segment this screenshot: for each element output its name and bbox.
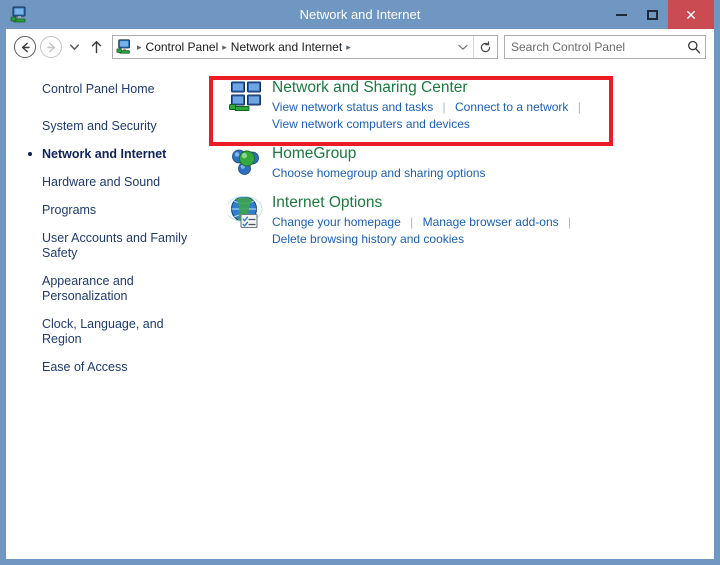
minimize-button[interactable] — [606, 0, 637, 29]
sidebar-item-ease-of-access[interactable]: Ease of Access — [6, 357, 214, 378]
forward-button[interactable] — [40, 36, 62, 58]
category-links-row: Delete browsing history and cookies — [272, 231, 714, 248]
category-internet-options: Internet Options Change your homepage | … — [214, 192, 714, 258]
link-delete-browsing-history-and-cookies[interactable]: Delete browsing history and cookies — [272, 232, 464, 246]
breadcrumb: ▸ Control Panel ▸ Network and Internet ▸ — [136, 40, 453, 54]
sidebar-item-label: Control Panel Home — [42, 82, 155, 96]
link-choose-homegroup-and-sharing-options[interactable]: Choose homegroup and sharing options — [272, 166, 485, 180]
category-list: Network and Sharing Center View network … — [214, 65, 714, 559]
window-controls: ✕ — [606, 0, 714, 29]
refresh-button[interactable] — [473, 36, 497, 58]
search-input[interactable] — [505, 40, 683, 54]
category-links-row: View network status and tasks | Connect … — [272, 99, 714, 116]
search-box[interactable] — [504, 35, 706, 59]
recent-locations-button[interactable] — [66, 36, 83, 58]
category-links-row: Change your homepage | Manage browser ad… — [272, 214, 714, 231]
network-computer-icon — [10, 5, 30, 25]
sidebar-item-label: Appearance and Personalization — [42, 274, 134, 303]
forward-arrow-icon — [46, 42, 55, 52]
sidebar-item-label: Clock, Language, and Region — [42, 317, 164, 346]
sidebar-item-hardware-and-sound[interactable]: Hardware and Sound — [6, 172, 214, 193]
title-bar: Network and Internet ✕ — [6, 0, 714, 29]
sidebar-item-network-and-internet[interactable]: Network and Internet — [6, 144, 214, 165]
breadcrumb-separator: ▸ — [346, 41, 351, 52]
category-body: HomeGroup Choose homegroup and sharing o… — [272, 143, 714, 182]
breadcrumb-item-control-panel[interactable]: Control Panel — [143, 40, 222, 54]
network-computer-icon — [116, 38, 134, 56]
category-links-row: Choose homegroup and sharing options — [272, 165, 714, 182]
close-button[interactable]: ✕ — [668, 0, 714, 29]
sidebar-item-label: User Accounts and Family Safety — [42, 231, 188, 260]
navigation-bar: ▸ Control Panel ▸ Network and Internet ▸ — [6, 29, 714, 65]
category-title[interactable]: HomeGroup — [272, 144, 356, 163]
sidebar: Control Panel Home System and Security N… — [6, 65, 214, 559]
network-monitors-icon[interactable] — [228, 79, 264, 115]
sidebar-item-control-panel-home[interactable]: Control Panel Home — [6, 79, 214, 100]
sidebar-item-appearance-and-personalization[interactable]: Appearance and Personalization — [6, 271, 214, 307]
link-connect-to-a-network[interactable]: Connect to a network — [455, 100, 568, 114]
link-change-your-homepage[interactable]: Change your homepage — [272, 215, 401, 229]
minimize-icon — [616, 13, 627, 16]
category-body: Network and Sharing Center View network … — [272, 77, 714, 133]
category-body: Internet Options Change your homepage | … — [272, 192, 714, 248]
link-separator: | — [442, 100, 446, 114]
globe-checklist-icon[interactable] — [225, 194, 264, 230]
category-homegroup: HomeGroup Choose homegroup and sharing o… — [214, 143, 714, 192]
category-title[interactable]: Network and Sharing Center — [272, 78, 468, 97]
sidebar-item-programs[interactable]: Programs — [6, 200, 214, 221]
sidebar-item-label: Programs — [42, 203, 97, 217]
refresh-icon — [480, 40, 491, 52]
maximize-button[interactable] — [637, 0, 668, 29]
link-separator: | — [568, 215, 572, 229]
current-item-bullet-icon — [28, 152, 32, 156]
link-separator: | — [410, 215, 414, 229]
sidebar-item-user-accounts-and-family-safety[interactable]: User Accounts and Family Safety — [6, 228, 214, 264]
maximize-icon — [647, 9, 658, 20]
client-area: ▸ Control Panel ▸ Network and Internet ▸ — [6, 29, 714, 559]
search-icon[interactable] — [683, 40, 705, 54]
sidebar-item-system-and-security[interactable]: System and Security — [6, 116, 214, 137]
chevron-down-icon — [458, 44, 468, 50]
sidebar-item-clock-language-and-region[interactable]: Clock, Language, and Region — [6, 314, 214, 350]
category-title[interactable]: Internet Options — [272, 193, 382, 212]
sidebar-item-label: Network and Internet — [42, 147, 167, 161]
homegroup-spheres-icon[interactable] — [228, 145, 264, 181]
sidebar-item-label: Ease of Access — [42, 360, 128, 374]
link-view-network-computers-and-devices[interactable]: View network computers and devices — [272, 117, 470, 131]
link-separator: | — [577, 100, 581, 114]
up-one-level-button[interactable] — [85, 36, 107, 58]
address-bar[interactable]: ▸ Control Panel ▸ Network and Internet ▸ — [112, 35, 498, 59]
close-icon: ✕ — [685, 6, 697, 23]
link-manage-browser-add-ons[interactable]: Manage browser add-ons — [423, 215, 559, 229]
breadcrumb-item-network-and-internet[interactable]: Network and Internet — [228, 40, 345, 54]
category-links-row: View network computers and devices — [272, 116, 714, 133]
category-network-and-sharing-center: Network and Sharing Center View network … — [214, 77, 714, 143]
link-view-network-status-and-tasks[interactable]: View network status and tasks — [272, 100, 433, 114]
sidebar-item-label: Hardware and Sound — [42, 175, 161, 189]
back-arrow-icon — [21, 42, 30, 52]
control-panel-window: Network and Internet ✕ ▸ Control Panel ▸… — [0, 0, 720, 565]
back-button[interactable] — [14, 36, 36, 58]
address-dropdown-button[interactable] — [453, 36, 473, 58]
chevron-down-icon — [70, 43, 79, 50]
body-area: Control Panel Home System and Security N… — [6, 65, 714, 559]
sidebar-item-label: System and Security — [42, 119, 157, 133]
up-arrow-icon — [91, 41, 101, 54]
